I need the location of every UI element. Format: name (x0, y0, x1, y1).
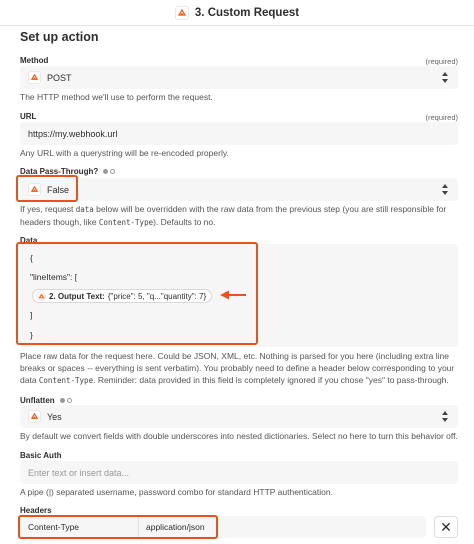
passthrough-label: Data Pass-Through? (20, 167, 116, 176)
webhook-app-icon (174, 5, 189, 20)
sort-arrows-icon (442, 411, 448, 422)
method-select[interactable]: POST (20, 66, 458, 89)
header-row[interactable]: Content-Type application/json (20, 516, 426, 538)
webhook-app-icon (28, 183, 41, 196)
webhook-app-icon (28, 410, 41, 423)
webhook-app-icon (28, 71, 41, 84)
data-line: { (30, 253, 33, 263)
arrow-left-icon (220, 290, 246, 300)
header-divider (138, 516, 139, 538)
pill-step: 2. Output Text: (49, 291, 105, 301)
unflatten-value: Yes (47, 411, 62, 422)
sort-arrows-icon (442, 184, 448, 195)
url-value: https://my.webhook.url (28, 128, 118, 139)
unflatten-help: By default we convert fields with double… (20, 431, 458, 441)
url-label: URL (20, 112, 37, 121)
mapped-field-pill[interactable]: 2. Output Text: {"price": 5, "q..."quant… (32, 289, 213, 303)
basic-auth-placeholder: Enter text or insert data... (28, 467, 130, 478)
headers-label: Headers (20, 506, 52, 515)
sort-arrows-icon (442, 72, 448, 83)
step-header: 3. Custom Request (0, 0, 474, 26)
passthrough-value: False (47, 184, 70, 195)
url-input[interactable]: https://my.webhook.url (20, 122, 458, 145)
passthrough-help: If yes, request data below will be overr… (20, 204, 447, 227)
radio-options-icon (103, 169, 116, 174)
radio-options-icon (59, 398, 72, 403)
header-key[interactable]: Content-Type (28, 522, 79, 532)
basic-auth-help: A pipe (|) separated username, password … (20, 487, 333, 497)
header-value[interactable]: application/json (146, 522, 205, 532)
data-line: } (30, 330, 33, 340)
data-line: "lineItems": [ (30, 272, 78, 282)
remove-header-button[interactable]: ✕ (434, 516, 458, 538)
method-value: POST (47, 72, 72, 83)
url-required: (required) (425, 113, 458, 122)
data-help: Place raw data for the request here. Cou… (20, 351, 455, 385)
section-title: Set up action (20, 30, 99, 44)
method-help: The HTTP method we'll use to perform the… (20, 92, 213, 102)
passthrough-select[interactable]: False (20, 178, 458, 201)
basic-auth-input[interactable]: Enter text or insert data... (20, 461, 458, 484)
close-icon: ✕ (440, 518, 452, 535)
method-required: (required) (425, 57, 458, 66)
pill-value: {"price": 5, "q..."quantity": 7} (107, 291, 207, 301)
data-line: ] (30, 310, 33, 320)
unflatten-label: Unflatten (20, 396, 72, 405)
unflatten-select[interactable]: Yes (20, 405, 458, 428)
url-help: Any URL with a querystring will be re-en… (20, 148, 229, 158)
webhook-app-icon (36, 291, 46, 301)
method-label: Method (20, 56, 49, 65)
step-title: 3. Custom Request (194, 6, 300, 19)
basic-auth-label: Basic Auth (20, 451, 62, 460)
